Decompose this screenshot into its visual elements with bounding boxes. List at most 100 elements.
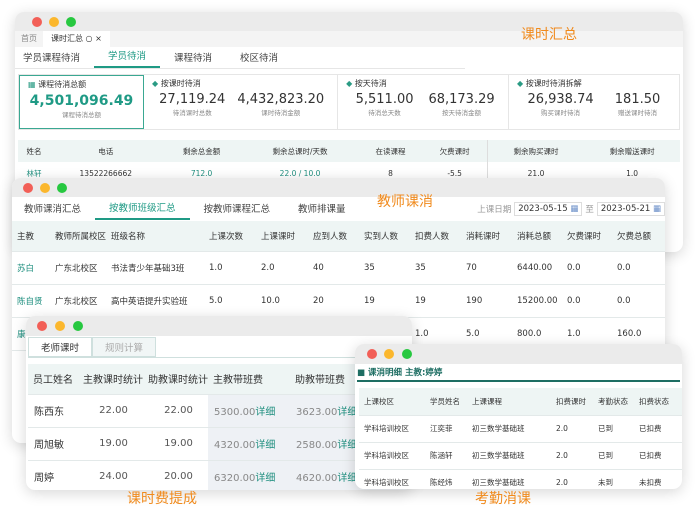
col-header: 扣费状态 xyxy=(639,396,669,406)
stat-value: 181.50 xyxy=(614,92,661,107)
tab-course-pending[interactable]: 课程待消 xyxy=(160,49,226,68)
cell: 190 xyxy=(466,295,483,306)
col-header: 考勤状态 xyxy=(598,396,628,406)
tab-rule-calc[interactable]: 规则计算 xyxy=(92,337,157,357)
cell: 6320.00详细 xyxy=(208,460,290,490)
tab-student-pending[interactable]: 学员待消 xyxy=(94,47,161,68)
fee-value: 4320.00 xyxy=(214,440,256,451)
stat-value: 68,173.29 xyxy=(428,92,495,107)
stat-label: 购买课时待消 xyxy=(541,109,581,117)
cell: 5300.00详细 xyxy=(208,394,290,427)
date-from-input[interactable]: 2023-05-15 ▦ xyxy=(514,202,583,216)
close-button[interactable] xyxy=(37,321,47,331)
card-title-text: 课程待消总额 xyxy=(38,80,87,89)
minimize-button[interactable] xyxy=(49,17,59,27)
detail-title: 课消明细 主教:婷婷 xyxy=(368,368,443,378)
close-button[interactable] xyxy=(32,17,42,27)
close-button[interactable] xyxy=(23,183,33,193)
maximize-button[interactable] xyxy=(57,183,67,193)
cell: 周婷 xyxy=(34,473,54,485)
cell: 2.0 xyxy=(261,262,275,273)
cell: 0.0 xyxy=(617,295,631,306)
col-header: 上课课程 xyxy=(472,396,502,406)
tag-icon: ◆ xyxy=(152,79,159,88)
cell: 陈西东 xyxy=(34,407,64,418)
date-to-input[interactable]: 2023-05-21 ▦ xyxy=(596,202,665,216)
cell: 40 xyxy=(313,262,324,273)
attendance-table: 上课校区 学员姓名 上课课程 扣费课时 考勤状态 扣费状态 学科培训校区 江奕菲 初三数学基础… xyxy=(359,388,682,489)
cell: 6440.00 xyxy=(517,262,553,273)
tab-campus-pending[interactable]: 校区待消 xyxy=(226,49,292,68)
col-header: 学员姓名 xyxy=(430,396,460,406)
teacher-name-link[interactable]: 苏白 xyxy=(12,251,50,284)
tab-teacher-summary[interactable]: 教师课消汇总 xyxy=(12,200,95,219)
maximize-button[interactable] xyxy=(66,17,76,27)
cell: 1.0 xyxy=(209,262,223,273)
col-header: 主教带班费 xyxy=(213,375,263,387)
maximize-button[interactable] xyxy=(402,349,412,359)
minimize-button[interactable] xyxy=(40,183,50,193)
col-header: 上课课时 xyxy=(261,231,296,242)
title-bar xyxy=(26,316,412,336)
card-title: ▦ 课程待消总额 xyxy=(28,79,135,90)
title-bar xyxy=(355,344,682,364)
card-hourly-pending: ◆ 按课时待消 27,119.24 待消课时总数 4,432,823.20 课时待消金… xyxy=(144,75,339,129)
label-fee: 课时费提成 xyxy=(127,491,197,507)
tab-student-course-pending[interactable]: 学员课程待消 xyxy=(15,49,94,68)
table-row: 学科培训校区 江奕菲 初三数学基础班 2.0 已到 已扣费 xyxy=(359,415,682,442)
teacher-fee-table: 员工姓名 主教课时统计 助教课时统计 主教带班费 助教带班费 陈西东 22.00 22.00… xyxy=(28,364,410,490)
col-header: 在读课程 xyxy=(375,146,406,156)
teacher-name-link[interactable]: 陈自贤 xyxy=(12,284,50,317)
cell: 已扣费 xyxy=(639,424,662,433)
minimize-button[interactable] xyxy=(55,321,65,331)
tab-by-course[interactable]: 按教师课程汇总 xyxy=(190,200,285,219)
close-button[interactable] xyxy=(367,349,377,359)
refresh-icon[interactable]: ○ xyxy=(86,34,93,43)
tag-icon: ◆ xyxy=(517,79,524,88)
date-separator: 至 xyxy=(585,205,594,215)
cell: 陈经炜 xyxy=(430,478,453,488)
stat-value: 4,432,823.20 xyxy=(237,92,325,107)
tab-by-class[interactable]: 按教师班级汇总 xyxy=(95,199,190,220)
cell: 2.0 xyxy=(556,424,568,433)
table-header: 主教 教师所属校区 班级名称 上课次数 上课课时 应到人数 实到人数 扣费人数 消耗课时 消耗总额… xyxy=(12,221,665,251)
tabs-row: 教师课消汇总 按教师班级汇总 按教师课程汇总 教师排课量 上课日期 2023-0… xyxy=(12,197,665,221)
tab-teacher-hours[interactable]: 老师课时 xyxy=(28,337,93,357)
minimize-button[interactable] xyxy=(384,349,394,359)
col-header: 姓名 xyxy=(26,146,42,156)
cell: 学科培训校区 xyxy=(364,424,409,433)
cell: 未扣费 xyxy=(639,478,662,488)
calendar-icon[interactable]: ▦ xyxy=(570,204,578,214)
date-value: 2023-05-21 xyxy=(600,204,651,214)
tab-schedule-volume[interactable]: 教师排课量 xyxy=(284,200,360,219)
detail-link[interactable]: 详细 xyxy=(255,407,275,418)
cell: 广东北校区 xyxy=(55,296,98,307)
table-row: 学科培训校区 陈经炜 初三数学基础班 2.0 未到 未扣费 xyxy=(359,469,682,489)
title-bar xyxy=(15,12,683,31)
page-tab-home[interactable]: 首页 xyxy=(15,31,43,47)
col-header: 助教课时统计 xyxy=(148,375,208,387)
cell: 19.00 xyxy=(99,438,128,449)
stat-label: 待消课时总数 xyxy=(172,109,212,117)
cell: 4320.00详细 xyxy=(208,427,290,460)
table-row: 陈自贤 广东北校区 高中英语提升实验班 5.0 10.0 20 19 19 190 15200.0… xyxy=(12,284,665,317)
detail-heading: ■ 课消明细 主教:婷婷 xyxy=(357,364,680,382)
cell: 0.0 xyxy=(617,262,631,273)
col-header: 剩余总课时/天数 xyxy=(272,146,328,156)
detail-link[interactable]: 详细 xyxy=(255,440,275,451)
close-tab-icon[interactable]: × xyxy=(95,34,102,43)
detail-link[interactable]: 详细 xyxy=(255,473,275,484)
cell: 70 xyxy=(466,262,477,273)
card-total-pending: ▦ 课程待消总额 4,501,096.49 课程待消总额 xyxy=(19,75,144,129)
cell: 22.00 xyxy=(99,405,128,416)
calendar-icon[interactable]: ▦ xyxy=(653,204,661,214)
page-tab-summary[interactable]: 课时汇总 ○ × xyxy=(43,31,110,47)
col-header: 剩余赠送课时 xyxy=(609,146,655,156)
col-header: 教师所属校区 xyxy=(55,231,107,242)
cell: 5.0 xyxy=(209,295,223,306)
maximize-button[interactable] xyxy=(73,321,83,331)
col-header: 剩余总金额 xyxy=(182,146,221,156)
cell: 19 xyxy=(415,295,426,306)
col-header: 主教 xyxy=(17,231,35,242)
cell: 10.0 xyxy=(261,295,280,306)
